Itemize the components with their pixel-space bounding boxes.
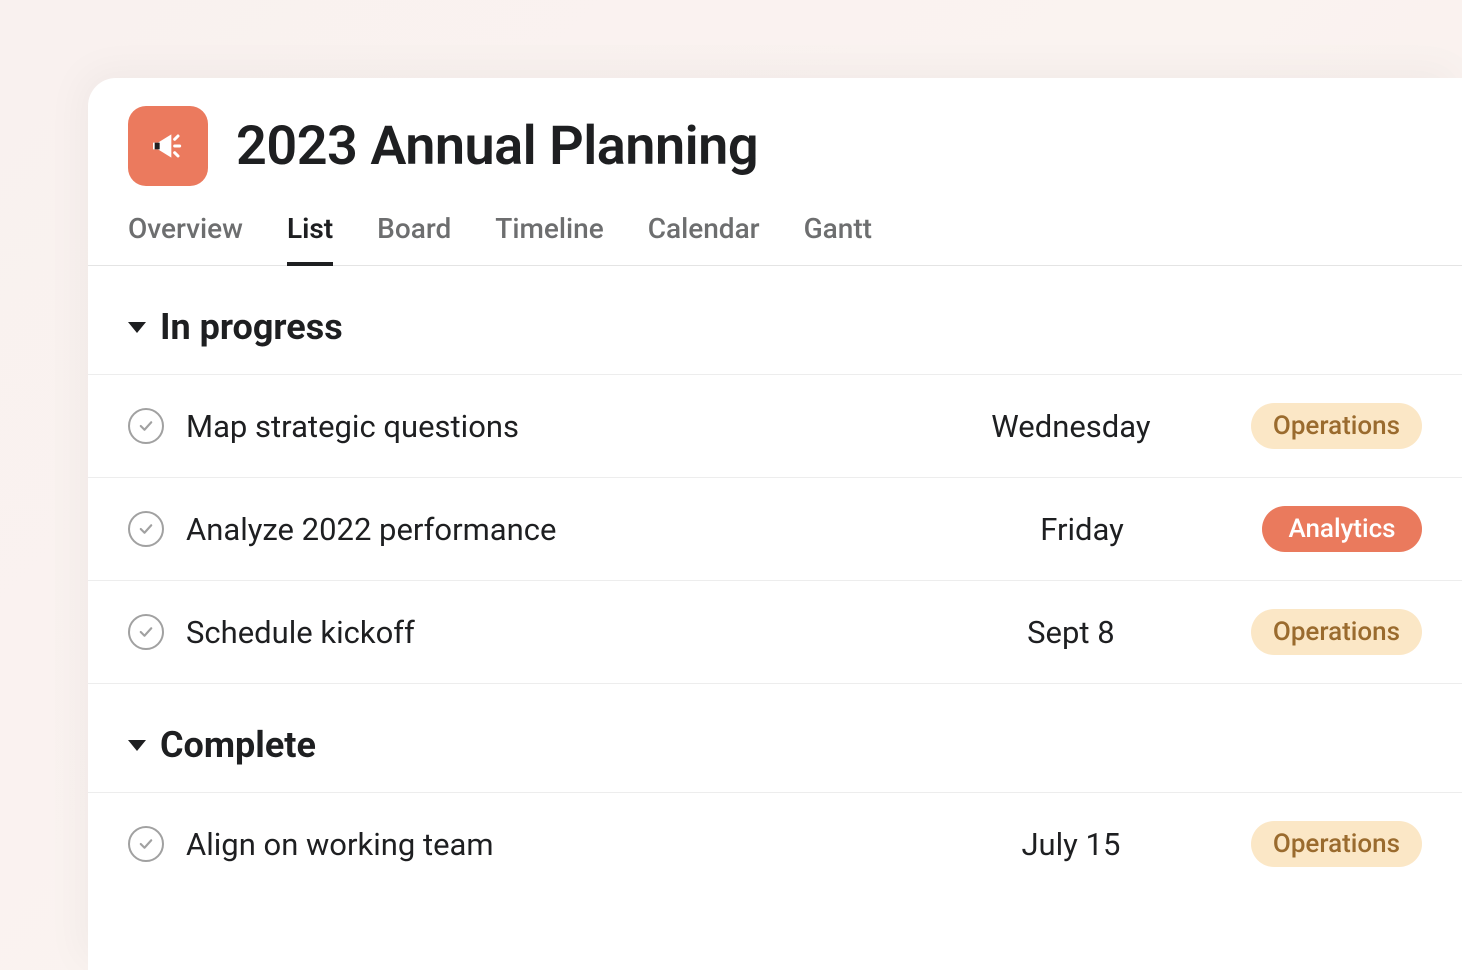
caret-down-icon: [128, 322, 146, 333]
project-header: 2023 Annual Planning: [88, 78, 1462, 198]
task-name: Map strategic questions: [186, 408, 931, 445]
complete-task-button[interactable]: [128, 614, 164, 650]
task-row[interactable]: Schedule kickoff Sept 8 Operations: [88, 580, 1462, 684]
project-icon-badge[interactable]: [128, 106, 208, 186]
caret-down-icon: [128, 740, 146, 751]
check-icon: [137, 835, 155, 853]
task-name: Schedule kickoff: [186, 614, 931, 651]
megaphone-icon: [148, 126, 188, 166]
check-icon: [137, 520, 155, 538]
tab-gantt[interactable]: Gantt: [804, 212, 872, 265]
task-row[interactable]: Map strategic questions Wednesday Operat…: [88, 374, 1462, 477]
task-date: Sept 8: [931, 614, 1211, 651]
complete-task-button[interactable]: [128, 408, 164, 444]
task-name: Align on working team: [186, 826, 931, 863]
tab-list[interactable]: List: [287, 212, 333, 265]
task-row[interactable]: Analyze 2022 performance Friday Analytic…: [88, 477, 1462, 580]
tab-calendar[interactable]: Calendar: [648, 212, 760, 265]
project-panel: 2023 Annual Planning Overview List Board…: [88, 78, 1462, 970]
task-date: Friday: [942, 511, 1222, 548]
tab-board[interactable]: Board: [377, 212, 451, 265]
complete-task-button[interactable]: [128, 511, 164, 547]
tab-timeline[interactable]: Timeline: [495, 212, 603, 265]
task-date: July 15: [931, 826, 1211, 863]
task-name: Analyze 2022 performance: [186, 511, 942, 548]
task-date: Wednesday: [931, 408, 1211, 445]
project-title: 2023 Annual Planning: [236, 115, 758, 178]
task-tag[interactable]: Operations: [1251, 821, 1422, 867]
section-title: Complete: [160, 724, 316, 766]
view-tabs: Overview List Board Timeline Calendar Ga…: [88, 198, 1462, 266]
task-row[interactable]: Align on working team July 15 Operations: [88, 792, 1462, 895]
complete-task-button[interactable]: [128, 826, 164, 862]
check-icon: [137, 417, 155, 435]
section-header-complete[interactable]: Complete: [88, 684, 1462, 792]
check-icon: [137, 623, 155, 641]
section-title: In progress: [160, 306, 343, 348]
task-tag[interactable]: Operations: [1251, 403, 1422, 449]
task-tag[interactable]: Operations: [1251, 609, 1422, 655]
task-tag[interactable]: Analytics: [1262, 506, 1422, 552]
section-header-in-progress[interactable]: In progress: [88, 266, 1462, 374]
tab-overview[interactable]: Overview: [128, 212, 243, 265]
